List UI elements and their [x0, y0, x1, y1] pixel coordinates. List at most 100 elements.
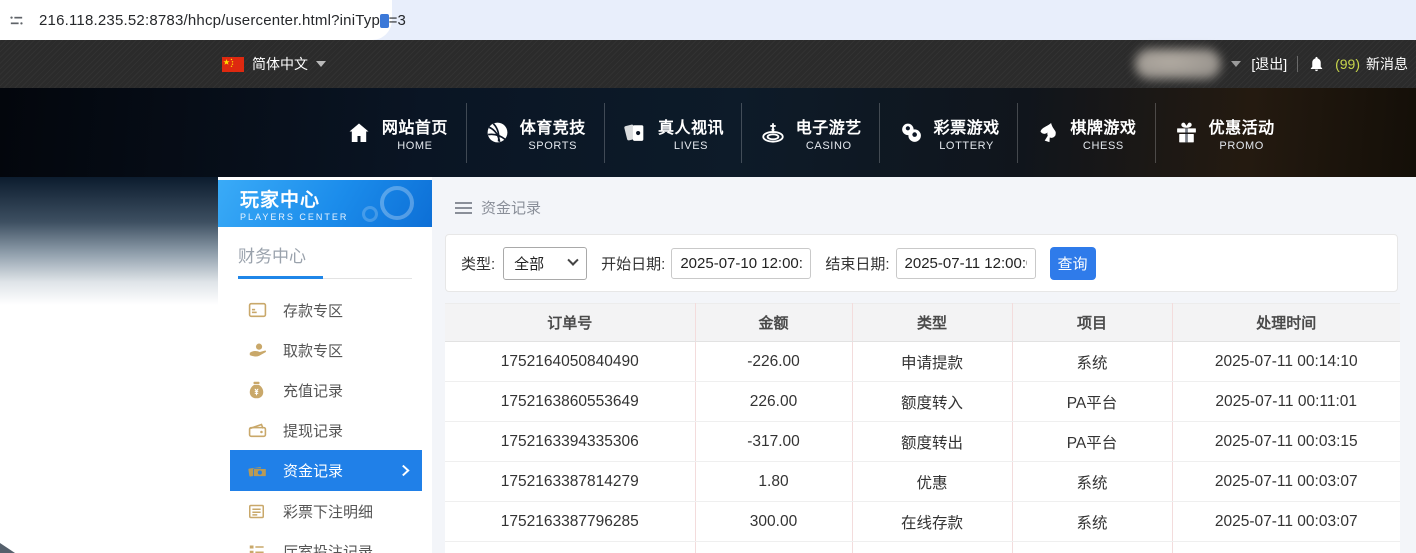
end-date-label: 结束日期: [825, 255, 890, 273]
section-underline [238, 276, 412, 279]
sports-ball-icon [485, 120, 510, 145]
message-label: 新消息 [1366, 56, 1408, 72]
cell-project: PA平台 [1011, 381, 1172, 422]
cell-process-time: 2025-07-11 00:03:07 [1171, 501, 1400, 542]
bell-icon[interactable] [1308, 55, 1325, 73]
cell-project: 系统 [1011, 461, 1172, 502]
url-bar[interactable]: 216.118.235.52:8783/hhcp/usercenter.html… [0, 0, 406, 40]
funds-table-wrap: 订单号 金额 类型 项目 处理时间 1752164050840490 -226.… [445, 303, 1400, 553]
players-center-banner: 玩家中心 PLAYERS CENTER [218, 180, 432, 227]
sidebar-item-deposit-zone[interactable]: 存款专区 [218, 290, 432, 330]
sidebar-item-funds-records[interactable]: 资金记录 [230, 450, 422, 491]
col-header-process-time: 处理时间 [1171, 303, 1400, 342]
hand-coin-icon [248, 342, 267, 359]
screen: 216.118.235.52:8783/hhcp/usercenter.html… [0, 0, 1416, 553]
end-date-input[interactable] [895, 247, 1036, 279]
cell-type: 额度转入 [851, 381, 1012, 422]
language-selector[interactable]: 简体中文 [222, 40, 326, 88]
sidebar-item-recharge-records[interactable]: 充值记录 [218, 370, 432, 410]
new-messages-link[interactable]: (99) 新消息 [1335, 54, 1408, 74]
bank-card-icon [248, 302, 267, 318]
gift-icon [1174, 120, 1199, 145]
username-blurred[interactable] [1135, 49, 1222, 79]
nav-label-en: CHESS [1082, 139, 1124, 152]
sidebar: 玩家中心 PLAYERS CENTER 财务中心 存款专区 取款专区 充值记录 … [218, 180, 432, 553]
nav-label-zh: 棋牌游戏 [1070, 119, 1137, 137]
col-header-project: 项目 [1011, 303, 1172, 342]
col-header-type: 类型 [851, 303, 1012, 342]
nav-label-en: LIVES [673, 139, 709, 152]
list-icon [248, 544, 267, 553]
col-header-order-no: 订单号 [445, 303, 695, 342]
sidebar-section-title: 财务中心 [238, 247, 306, 266]
cell-project: 系统 [1011, 501, 1172, 542]
sidebar-item-withdrawal-records[interactable]: 提现记录 [218, 410, 432, 450]
nav-label-zh: 网站首页 [381, 119, 448, 137]
account-actions: [退出] (99) 新消息 [1135, 40, 1408, 88]
nav-item-lives[interactable]: 真人视讯 LIVES [603, 102, 742, 163]
sidebar-item-withdraw-zone[interactable]: 取款专区 [218, 330, 432, 370]
nav-item-home[interactable]: 网站首页 HOME [328, 103, 466, 163]
breadcrumb: 资金记录 [432, 177, 1416, 218]
nav-label-en: PROMO [1219, 139, 1264, 152]
cell-project: PA平台 [1011, 421, 1172, 462]
circle-decoration [362, 206, 378, 222]
language-label: 简体中文 [252, 56, 308, 72]
corner-decoration [0, 543, 15, 553]
nav-item-sports[interactable]: 体育竞技 SPORTS [465, 102, 604, 163]
query-button[interactable]: 查询 [1049, 246, 1096, 280]
banner-fade [0, 177, 218, 305]
sidebar-item-label: 彩票下注明细 [283, 503, 374, 521]
table-row: 1752164050840490 -226.00 申请提款 系统 2025-07… [445, 341, 1400, 382]
sidebar-menu: 存款专区 取款专区 充值记录 提现记录 资金记录 彩票下注明细 厅室投注记录 [218, 290, 432, 553]
home-icon [346, 121, 372, 145]
cell-process-time: 2025-07-11 00:14:10 [1171, 341, 1400, 382]
main-content: 资金记录 类型: 全部 开始日期: 结束日期: 查询 订单号 [432, 177, 1416, 553]
site-info-icon[interactable] [8, 12, 25, 29]
browser-address-bar: 216.118.235.52:8783/hhcp/usercenter.html… [0, 0, 1416, 40]
type-select[interactable]: 全部 [503, 246, 588, 280]
logout-link[interactable]: [退出] [1251, 54, 1287, 74]
nav-item-casino[interactable]: 电子游艺 CASINO [741, 102, 879, 163]
table-header-row: 订单号 金额 类型 项目 处理时间 [445, 303, 1400, 342]
divider [1297, 56, 1299, 72]
extension-icon[interactable] [380, 14, 389, 28]
sidebar-item-label: 存款专区 [283, 302, 344, 320]
cell-process-time: 2025-07-11 00:03:07 [1171, 461, 1400, 502]
primary-nav: 网站首页 HOME 体育竞技 SPORTS 真人视讯 LIVES 电子游艺 CA… [328, 88, 1293, 177]
chevron-down-icon [567, 254, 579, 266]
table-row-partial [445, 541, 1400, 553]
chevron-right-icon [401, 464, 410, 477]
nav-item-lottery[interactable]: 彩票游戏 LOTTERY [879, 102, 1017, 163]
type-select-value: 全部 [514, 255, 545, 273]
nav-label-zh: 体育竞技 [519, 119, 586, 137]
page-title: 资金记录 [481, 200, 542, 217]
cell-amount: -317.00 [694, 421, 852, 462]
cell-order-no: 1752164050840490 [445, 341, 695, 382]
start-date-input[interactable] [671, 247, 812, 279]
sidebar-item-room-bet-records[interactable]: 厅室投注记录 [218, 531, 432, 553]
cell-order-no: 1752163387796285 [445, 501, 695, 542]
start-date-label: 开始日期: [601, 255, 666, 273]
cell-order-no: 1752163387814279 [445, 461, 695, 502]
nav-item-chess[interactable]: 棋牌游戏 CHESS [1016, 102, 1155, 163]
url-text: 216.118.235.52:8783/hhcp/usercenter.html… [39, 11, 407, 29]
col-header-amount: 金额 [694, 303, 852, 342]
cell-project: 系统 [1011, 341, 1172, 382]
cell-type: 申请提款 [851, 341, 1012, 382]
cell-amount: 300.00 [694, 501, 852, 542]
sidebar-item-lottery-bet-details[interactable]: 彩票下注明细 [218, 491, 432, 531]
chevron-down-icon[interactable] [1231, 61, 1242, 67]
cell-amount: 1.80 [694, 461, 852, 502]
sidebar-item-label: 充值记录 [283, 382, 344, 400]
nav-item-promo[interactable]: 优惠活动 PROMO [1154, 102, 1293, 163]
type-label: 类型: [461, 255, 496, 273]
nav-label-zh: 真人视讯 [657, 119, 724, 137]
funds-table: 订单号 金额 类型 项目 处理时间 1752164050840490 -226.… [445, 303, 1400, 553]
cell-process-time: 2025-07-11 00:11:01 [1171, 381, 1400, 422]
nav-label-en: LOTTERY [939, 139, 994, 152]
nav-label-en: CASINO [805, 139, 852, 152]
table-row: 1752163387814279 1.80 优惠 系统 2025-07-11 0… [445, 461, 1400, 502]
table-row: 1752163387796285 300.00 在线存款 系统 2025-07-… [445, 501, 1400, 542]
message-count-badge: (99) [1335, 56, 1360, 72]
